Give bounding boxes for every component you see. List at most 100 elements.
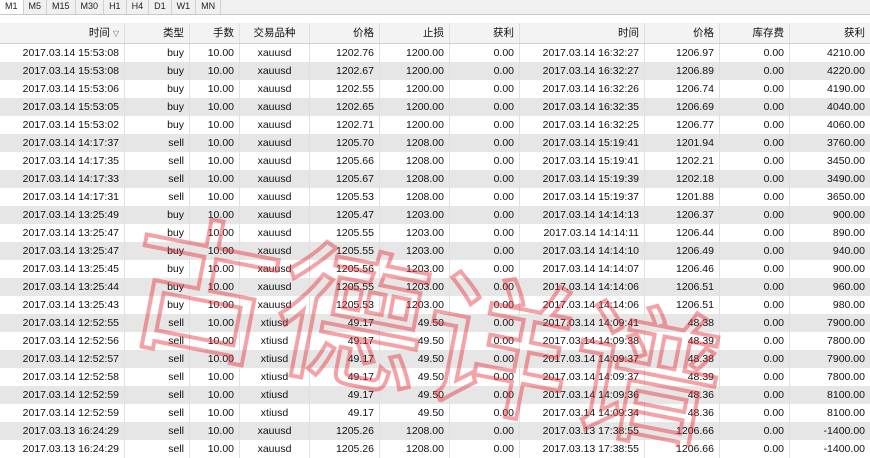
table-row[interactable]: 2017.03.14 13:25:49 buy 10.00 xauusd 1205.47… [0, 206, 870, 224]
table-row[interactable]: 2017.03.14 12:52:56 sell 10.00 xtiusd 49.17 4… [0, 332, 870, 350]
table-row[interactable]: 2017.03.14 13:25:44 buy 10.00 xauusd 1205.55… [0, 278, 870, 296]
table-cell: buy [125, 260, 190, 278]
table-cell: 0.00 [720, 386, 790, 404]
table-cell: 2017.03.14 16:32:35 [520, 98, 645, 116]
table-cell: 0.00 [450, 422, 520, 440]
table-row[interactable]: 2017.03.13 16:24:29 sell 10.00 xauusd 1205.2… [0, 440, 870, 458]
table-cell: 1208.00 [380, 170, 450, 188]
table-cell: sell [125, 332, 190, 350]
table-row[interactable]: 2017.03.13 16:24:29 sell 10.00 xauusd 1205.2… [0, 422, 870, 440]
tab-h1[interactable]: H1 [104, 0, 127, 14]
table-cell: 2017.03.14 13:25:49 [0, 206, 125, 224]
table-cell: 2017.03.14 13:25:44 [0, 278, 125, 296]
column-header[interactable]: 获利 [450, 23, 520, 43]
table-cell: 49.50 [380, 332, 450, 350]
table-cell: 1202.55 [310, 80, 380, 98]
table-cell: 10.00 [190, 80, 240, 98]
table-row[interactable]: 2017.03.14 14:17:31 sell 10.00 xauusd 1205.5… [0, 188, 870, 206]
table-cell: 2017.03.13 17:38:55 [520, 440, 645, 458]
table-cell: 1206.66 [645, 422, 720, 440]
column-header[interactable]: 获利 [790, 23, 870, 43]
table-cell: -1400.00 [823, 425, 865, 437]
table-cell: xtiusd [240, 368, 310, 386]
table-cell: xauusd [240, 134, 310, 152]
column-header[interactable]: 时间 ▽ [0, 23, 125, 43]
tab-m30[interactable]: M30 [76, 0, 105, 14]
column-header[interactable]: 止损 [380, 23, 450, 43]
table-cell: 0.00 [720, 296, 790, 314]
table-cell: 900.00 [832, 209, 865, 221]
table-cell: 10.00 [190, 386, 240, 404]
table-cell: buy [125, 278, 190, 296]
table-row[interactable]: 2017.03.14 12:52:59 sell 10.00 xtiusd 49.17 4… [0, 404, 870, 422]
table-row[interactable]: 2017.03.14 12:52:55 sell 10.00 xtiusd 49.17 4… [0, 314, 870, 332]
table-cell: 2017.03.14 12:52:55 [0, 314, 125, 332]
table-row[interactable]: 2017.03.14 15:53:08 buy 10.00 xauusd 1202.67… [0, 62, 870, 80]
table-cell: 0.00 [720, 440, 790, 458]
table-row[interactable]: 2017.03.14 14:17:35 sell 10.00 xauusd 1205.6… [0, 152, 870, 170]
table-row[interactable]: 2017.03.14 15:53:02 buy 10.00 xauusd 1202.71… [0, 116, 870, 134]
table-cell: xauusd [240, 260, 310, 278]
table-cell: 3760.00 [827, 137, 865, 149]
table-cell: 2017.03.14 14:14:13 [520, 206, 645, 224]
table-cell: 1202.76 [310, 44, 380, 62]
column-header[interactable]: 交易品种 [240, 23, 310, 43]
table-cell: 1206.46 [645, 260, 720, 278]
column-header[interactable]: 库存费 [720, 23, 790, 43]
table-cell: 2017.03.14 14:09:34 [520, 404, 645, 422]
table-cell: 1206.49 [645, 242, 720, 260]
tab-m1[interactable]: M1 [0, 0, 24, 14]
tab-w1[interactable]: W1 [172, 0, 197, 14]
tab-m15[interactable]: M15 [47, 0, 76, 14]
table-cell: 2017.03.14 15:19:41 [520, 134, 645, 152]
table-cell: 1202.71 [310, 116, 380, 134]
table-row[interactable]: 2017.03.14 15:53:05 buy 10.00 xauusd 1202.65… [0, 98, 870, 116]
table-row[interactable]: 2017.03.14 14:17:33 sell 10.00 xauusd 1205.6… [0, 170, 870, 188]
table-cell: sell [125, 314, 190, 332]
table-cell: sell [125, 350, 190, 368]
tab-mn[interactable]: MN [196, 0, 222, 14]
table-cell: 8100.00 [827, 389, 865, 401]
table-row[interactable]: 2017.03.14 13:25:45 buy 10.00 xauusd 1205.56… [0, 260, 870, 278]
table-row[interactable]: 2017.03.14 12:52:58 sell 10.00 xtiusd 49.17 4… [0, 368, 870, 386]
column-header[interactable]: 价格 [310, 23, 380, 43]
column-header[interactable]: 手数 [190, 23, 240, 43]
table-cell: 0.00 [720, 62, 790, 80]
table-row[interactable]: 2017.03.14 15:53:06 buy 10.00 xauusd 1202.55… [0, 80, 870, 98]
table-row[interactable]: 2017.03.14 12:52:59 sell 10.00 xtiusd 49.17 4… [0, 386, 870, 404]
table-cell: 1200.00 [380, 116, 450, 134]
tab-d1[interactable]: D1 [149, 0, 172, 14]
table-cell: 2017.03.14 14:17:35 [0, 152, 125, 170]
column-header-label: 时间 [88, 27, 110, 39]
table-cell: 49.17 [310, 314, 380, 332]
table-cell: 1200.00 [380, 44, 450, 62]
column-header[interactable]: 类型 [125, 23, 190, 43]
table-cell: sell [125, 368, 190, 386]
table-cell: 1203.00 [380, 224, 450, 242]
table-row[interactable]: 2017.03.14 13:25:47 buy 10.00 xauusd 1205.55… [0, 242, 870, 260]
table-cell: 49.50 [380, 368, 450, 386]
table-cell: 10.00 [190, 296, 240, 314]
table-row[interactable]: 2017.03.14 13:25:43 buy 10.00 xauusd 1205.53… [0, 296, 870, 314]
table-row[interactable]: 2017.03.14 15:53:08 buy 10.00 xauusd 1202.76… [0, 44, 870, 62]
column-header-label: 时间 [618, 27, 639, 39]
column-header-label: 获利 [844, 27, 865, 39]
table-cell: 1206.44 [645, 224, 720, 242]
table-cell: 0.00 [450, 188, 520, 206]
column-header[interactable]: 时间 [520, 23, 645, 43]
table-cell: 1205.53 [310, 188, 380, 206]
table-row[interactable]: 2017.03.14 13:25:47 buy 10.00 xauusd 1205.55… [0, 224, 870, 242]
column-header[interactable]: 价格 [645, 23, 720, 43]
table-cell: 0.00 [450, 278, 520, 296]
table-cell: 1206.77 [645, 116, 720, 134]
table-cell: buy [125, 296, 190, 314]
table-cell: sell [125, 188, 190, 206]
tab-h4[interactable]: H4 [127, 0, 150, 14]
table-cell: xtiusd [240, 314, 310, 332]
table-cell: 1206.51 [645, 278, 720, 296]
tab-m5[interactable]: M5 [24, 0, 48, 14]
table-row[interactable]: 2017.03.14 14:17:37 sell 10.00 xauusd 1205.7… [0, 134, 870, 152]
table-row[interactable]: 2017.03.14 12:52:57 sell 10.00 xtiusd 49.17 4… [0, 350, 870, 368]
table-cell: 0.00 [720, 206, 790, 224]
table-cell: 2017.03.14 16:32:26 [520, 80, 645, 98]
